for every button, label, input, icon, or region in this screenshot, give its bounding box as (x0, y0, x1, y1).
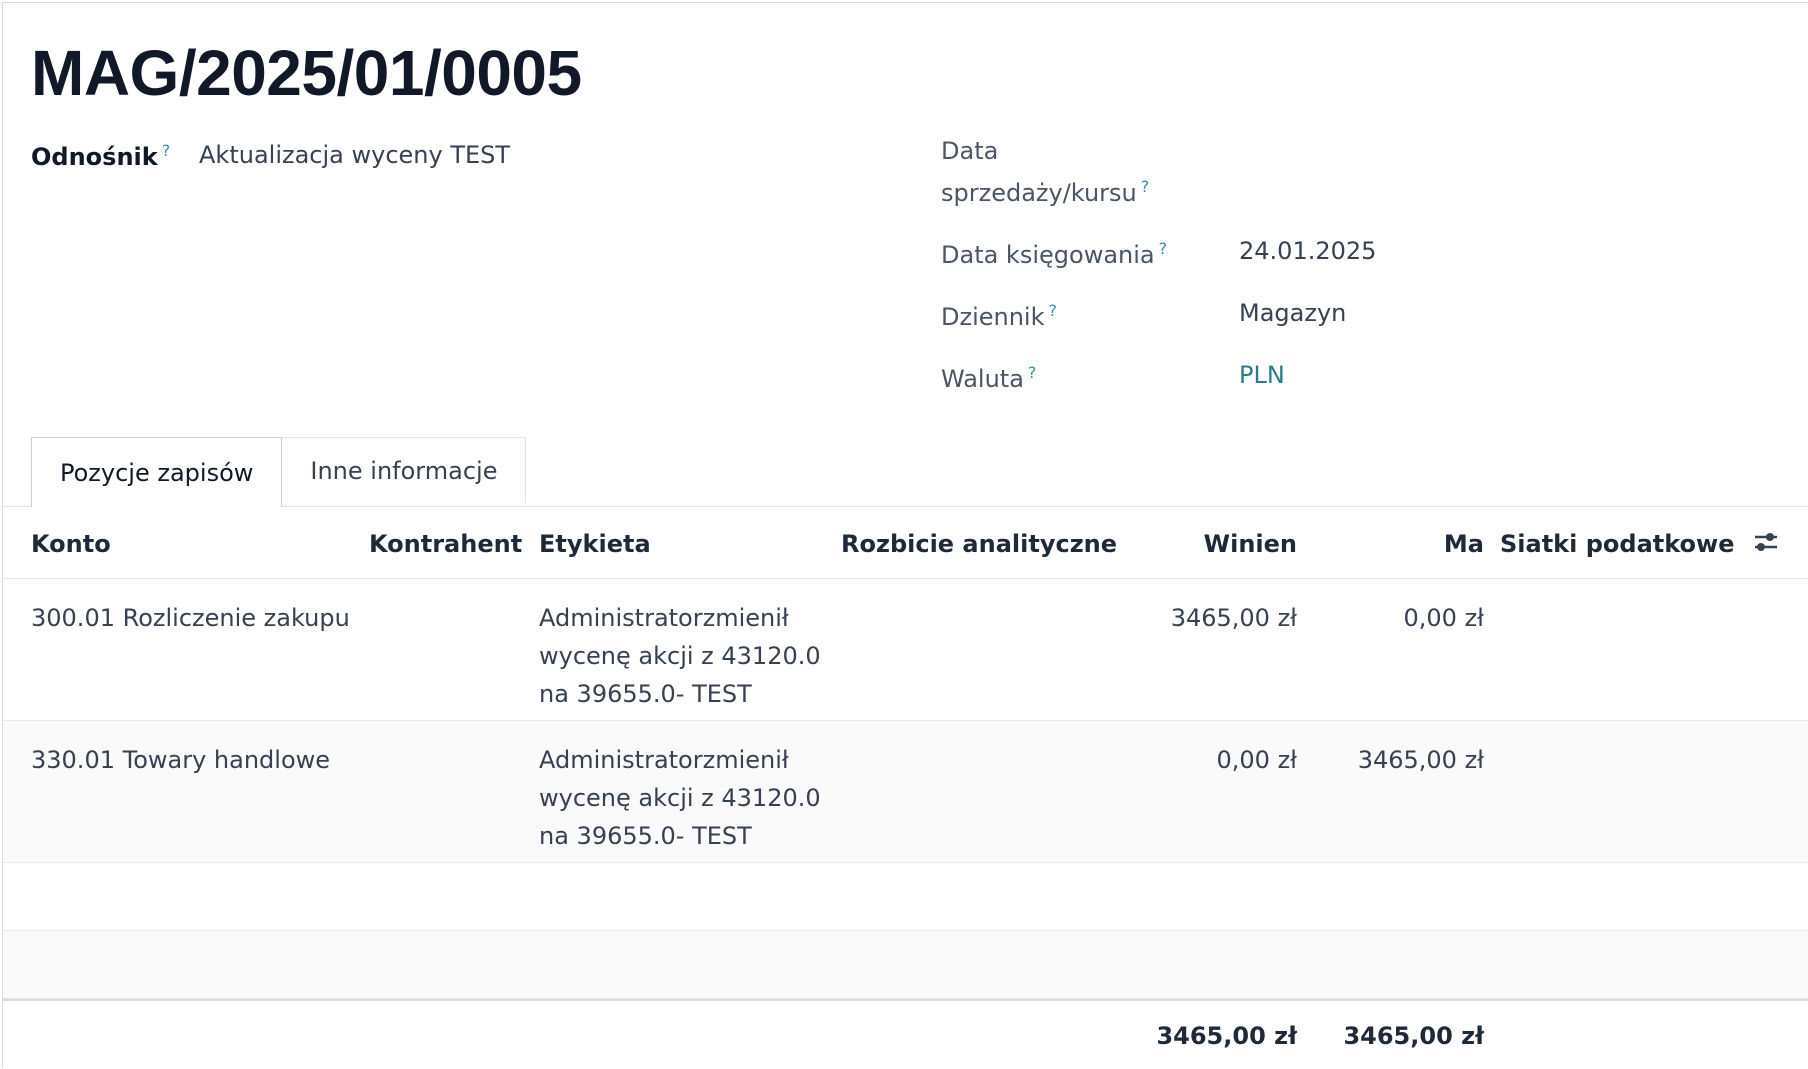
col-analytic[interactable]: Rozbicie analityczne (841, 525, 1117, 563)
total-debit: 3465,00 zł (1156, 1022, 1297, 1050)
col-account[interactable]: Konto (31, 525, 111, 563)
sale-date-label: Data sprzedaży/kursu? (941, 137, 1150, 207)
col-label[interactable]: Etykieta (539, 525, 651, 563)
help-icon[interactable]: ? (1141, 177, 1150, 196)
table-header: Konto Kontrahent Etykieta Rozbicie anali… (3, 507, 1808, 579)
label-cell[interactable]: Administratorzmienił wycenę akcji z 4312… (539, 599, 821, 713)
tab-journal-items[interactable]: Pozycje zapisów (31, 437, 283, 507)
help-icon[interactable]: ? (1049, 301, 1058, 320)
help-icon[interactable]: ? (1028, 363, 1037, 382)
reference-label: Odnośnik? (31, 141, 171, 171)
credit-cell[interactable]: 0,00 zł (1404, 599, 1484, 637)
page-title: MAG/2025/01/0005 (31, 37, 582, 109)
account-cell[interactable]: 300.01 Rozliczenie zakupu (31, 599, 350, 637)
posting-date-label: Data księgowania? (941, 239, 1168, 269)
tab-other-info[interactable]: Inne informacje (281, 437, 527, 503)
journal-label: Dziennik? (941, 301, 1058, 331)
col-partner[interactable]: Kontrahent (369, 525, 522, 563)
credit-cell[interactable]: 3465,00 zł (1358, 741, 1484, 779)
debit-cell[interactable]: 0,00 zł (1217, 741, 1297, 779)
debit-cell[interactable]: 3465,00 zł (1171, 599, 1297, 637)
table-row[interactable]: 300.01 Rozliczenie zakupu Administratorz… (3, 579, 1808, 721)
tab-bar: Pozycje zapisów Inne informacje (31, 437, 527, 507)
help-icon[interactable]: ? (162, 141, 171, 160)
reference-value[interactable]: Aktualizacja wyceny TEST (199, 137, 510, 173)
col-debit[interactable]: Winien (1204, 525, 1297, 563)
col-credit[interactable]: Ma (1444, 525, 1484, 563)
sliders-icon[interactable] (1753, 529, 1779, 555)
table-row[interactable]: 330.01 Towary handlowe Administratorzmie… (3, 721, 1808, 863)
totals-row: 3465,00 zł 3465,00 zł (3, 999, 1808, 1069)
total-credit: 3465,00 zł (1343, 1022, 1484, 1050)
journal-items-table: Konto Kontrahent Etykieta Rozbicie anali… (3, 507, 1808, 1069)
account-cell[interactable]: 330.01 Towary handlowe (31, 741, 330, 779)
posting-date-value[interactable]: 24.01.2025 (1239, 233, 1376, 269)
empty-row[interactable] (3, 931, 1808, 999)
col-tax-grids[interactable]: Siatki podatkowe (1500, 525, 1735, 563)
help-icon[interactable]: ? (1159, 239, 1168, 258)
currency-label: Waluta? (941, 363, 1037, 393)
currency-link[interactable]: PLN (1239, 357, 1285, 393)
label-cell[interactable]: Administratorzmienił wycenę akcji z 4312… (539, 741, 821, 855)
empty-row[interactable] (3, 863, 1808, 931)
journal-value[interactable]: Magazyn (1239, 295, 1346, 331)
journal-entry-form: MAG/2025/01/0005 Odnośnik? Aktualizacja … (2, 2, 1808, 1068)
